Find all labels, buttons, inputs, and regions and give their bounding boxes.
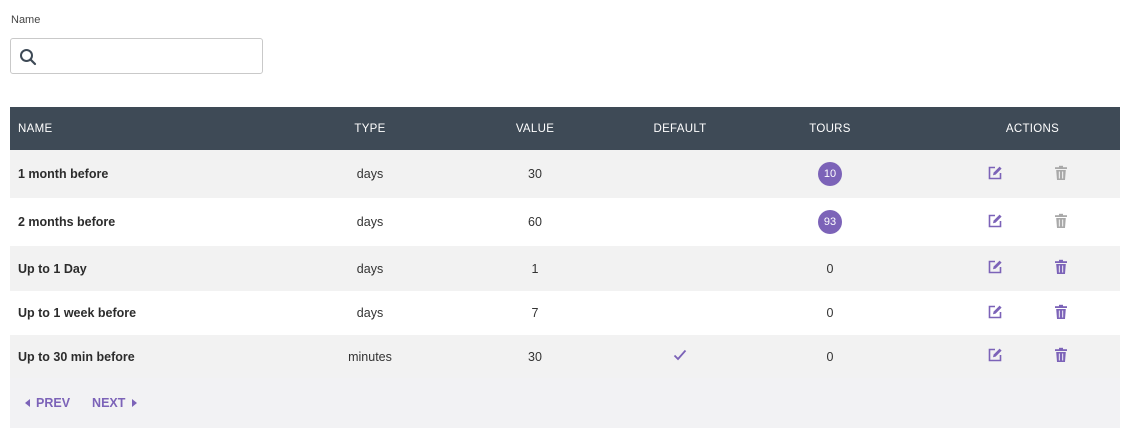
cell-tours: 0 [735,306,925,320]
trash-icon [1055,165,1067,180]
delete-button[interactable] [1053,165,1069,184]
cell-type: days [356,306,384,320]
trash-icon [1055,347,1067,362]
search-icon [19,48,37,66]
next-button[interactable]: NEXT [92,396,138,410]
search-field[interactable] [10,38,263,75]
cell-name: Up to 1 Day [18,261,87,276]
trash-icon [1055,259,1067,274]
reminders-table: NAME TYPE VALUE DEFAULT TOURS ACTIONS 1 … [10,107,1120,428]
trash-icon [1055,213,1067,228]
table-header: NAME TYPE VALUE DEFAULT TOURS ACTIONS [10,107,1120,150]
name-filter-label: Name [11,14,41,26]
tours-count-badge[interactable]: 93 [818,210,842,234]
trash-icon [1055,304,1067,319]
cell-name: 1 month before [18,167,109,181]
edit-icon [988,260,1002,274]
edit-button[interactable] [987,165,1003,184]
prev-label: PREV [36,396,71,410]
cell-type: days [356,167,384,181]
search-input[interactable] [43,39,259,75]
column-header-actions: ACTIONS [1005,122,1060,135]
cell-name: Up to 1 week before [18,306,137,320]
table-row: 1 month before days 30 10 [10,150,1120,198]
edit-button[interactable] [987,259,1003,278]
caret-right-icon [132,399,138,407]
edit-icon [988,166,1002,179]
column-header-name[interactable]: NAME [10,123,310,135]
delete-button[interactable] [1053,347,1069,366]
edit-icon [988,214,1002,227]
cell-type: days [356,261,384,276]
cell-tours: 93 [735,210,925,234]
edit-button[interactable] [987,304,1003,323]
prev-button[interactable]: PREV [24,396,70,410]
cell-tours: 0 [735,262,925,276]
cell-tours: 10 [735,162,925,186]
table-row: Up to 1 Day days 1 0 [10,246,1120,291]
cell-type: minutes [348,349,392,364]
cell-tours: 0 [735,350,925,364]
cell-value: 1 [531,261,539,276]
tours-count: 0 [826,261,834,276]
delete-button[interactable] [1053,259,1069,278]
column-header-type[interactable]: TYPE [300,123,440,135]
table-row: 2 months before days 60 93 [10,198,1120,246]
pagination: PREV NEXT [10,378,1120,428]
delete-button[interactable] [1053,213,1069,232]
edit-button[interactable] [987,347,1003,366]
cell-value: 7 [531,306,539,320]
next-label: NEXT [92,396,126,410]
cell-name: 2 months before [18,215,116,229]
tours-count: 0 [826,349,834,364]
delete-button[interactable] [1053,304,1069,323]
column-header-tours[interactable]: TOURS [735,123,925,135]
tours-count: 0 [826,306,834,320]
edit-icon [988,348,1002,362]
table-row: Up to 30 min before minutes 30 0 [10,335,1120,378]
cell-value: 30 [528,349,542,364]
cell-value: 60 [528,215,542,229]
cell-type: days [356,215,384,229]
cell-default [635,349,725,364]
tours-count-badge[interactable]: 10 [818,162,842,186]
edit-button[interactable] [987,213,1003,232]
edit-icon [988,305,1002,318]
column-header-value[interactable]: VALUE [420,123,650,135]
cell-name: Up to 30 min before [18,349,135,364]
caret-left-icon [25,399,30,407]
column-header-default[interactable]: DEFAULT [635,123,725,135]
cell-value: 30 [528,167,542,181]
check-icon [673,349,687,361]
table-row: Up to 1 week before days 7 0 [10,291,1120,335]
